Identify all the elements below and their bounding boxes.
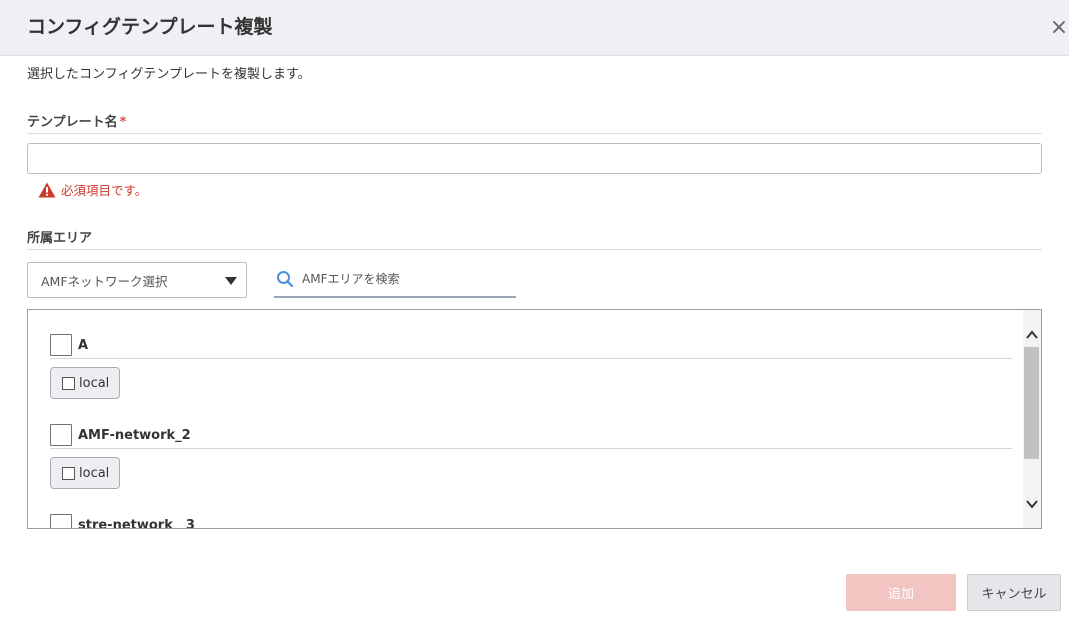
area-chip-label: local <box>79 465 110 481</box>
search-icon <box>277 271 294 288</box>
area-group: A local <box>50 333 1012 399</box>
close-icon[interactable]: × <box>1049 17 1069 39</box>
list-scrollbar[interactable] <box>1023 310 1041 528</box>
area-list: A local AMF-network_2 local stre-network… <box>27 309 1042 529</box>
area-group-header: AMF-network_2 <box>50 423 1012 447</box>
dialog-description: 選択したコンフィグテンプレートを複製します。 <box>27 67 311 82</box>
network-select-value: AMFネットワーク選択 <box>41 273 168 289</box>
area-group: AMF-network_2 local <box>50 423 1012 489</box>
required-error: 必須項目です。 <box>38 180 147 199</box>
template-name-label-text: テンプレート名 <box>27 115 118 130</box>
cancel-button[interactable]: キャンセル <box>967 574 1061 611</box>
area-group-checkbox[interactable] <box>50 514 72 528</box>
required-mark: * <box>119 115 127 130</box>
chevron-up-icon[interactable] <box>1024 327 1040 343</box>
dialog-title: コンフィグテンプレート複製 <box>27 16 273 38</box>
scrollbar-thumb[interactable] <box>1024 347 1039 459</box>
area-group-name: A <box>78 337 89 353</box>
area-group-header: stre-network__3 <box>50 513 1012 529</box>
area-chip[interactable]: local <box>50 457 120 489</box>
area-group: stre-network__3 <box>50 513 1012 529</box>
chevron-down-icon[interactable] <box>1024 496 1040 512</box>
template-name-label: テンプレート名 * <box>27 111 126 130</box>
area-chip-checkbox[interactable] <box>62 376 75 390</box>
network-select[interactable]: AMFネットワーク選択 <box>27 262 247 298</box>
add-button[interactable]: 追加 <box>846 574 956 611</box>
area-group-name: AMF-network_2 <box>78 427 191 443</box>
divider <box>50 448 1012 449</box>
warning-icon <box>38 182 56 197</box>
area-group-checkbox[interactable] <box>50 334 72 356</box>
caret-down-icon <box>225 277 237 285</box>
divider <box>27 133 1042 134</box>
area-search-input[interactable] <box>302 272 502 286</box>
divider <box>27 249 1042 250</box>
area-chip-checkbox[interactable] <box>62 466 75 480</box>
divider <box>50 358 1012 359</box>
dialog-header: コンフィグテンプレート複製 × <box>0 0 1069 56</box>
area-label: 所属エリア <box>27 231 93 246</box>
area-chip[interactable]: local <box>50 367 120 399</box>
area-chip-label: local <box>79 375 110 391</box>
area-group-header: A <box>50 333 1012 357</box>
area-group-name: stre-network__3 <box>78 517 195 529</box>
required-error-text: 必須項目です。 <box>61 183 148 198</box>
area-search <box>274 262 516 298</box>
template-name-input[interactable] <box>27 143 1042 174</box>
area-group-checkbox[interactable] <box>50 424 72 446</box>
